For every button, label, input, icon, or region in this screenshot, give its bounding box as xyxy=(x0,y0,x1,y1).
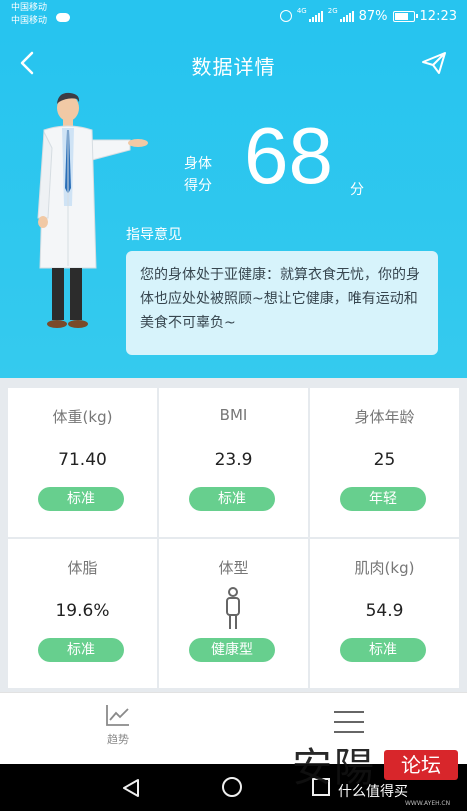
metric-name: 身体年龄 xyxy=(354,408,415,426)
metric-body-type[interactable]: 体型 健康型 xyxy=(159,539,308,688)
metric-name: 体型 xyxy=(218,559,249,577)
watermark-badge: 论坛 xyxy=(384,750,458,780)
status-badge: 标准 xyxy=(340,638,426,662)
clock: 12:23 xyxy=(419,8,457,24)
nav-back-icon[interactable] xyxy=(122,778,140,798)
metric-name: 体重(kg) xyxy=(52,408,113,426)
metric-name: 体脂 xyxy=(67,559,98,577)
advice-label: 指导意见 xyxy=(126,227,182,243)
metric-value: 54.9 xyxy=(365,601,404,621)
alarm-icon xyxy=(279,10,292,22)
page-title: 数据详情 xyxy=(191,55,276,79)
weather-icon xyxy=(56,13,70,22)
metric-value: 25 xyxy=(373,450,396,470)
status-badge: 标准 xyxy=(38,638,124,662)
status-bar: 中国移动 中国移动 4G 2G 87% 12:23 xyxy=(0,0,467,33)
score-unit: 分 xyxy=(350,182,364,198)
tab-trend[interactable]: 趋势 xyxy=(98,703,138,747)
advice-text: 您的身体处于亚健康：就算衣食无忧，你的身体也应处处被照顾~想让它健康，唯有运动和… xyxy=(126,251,438,355)
metric-body-age[interactable]: 身体年龄 25 年轻 xyxy=(310,388,459,537)
status-badge: 年轻 xyxy=(340,487,426,511)
metric-muscle[interactable]: 肌肉(kg) 54.9 标准 xyxy=(310,539,459,688)
signal-icon xyxy=(339,10,354,22)
status-badge: 标准 xyxy=(189,487,275,511)
metric-value: 71.40 xyxy=(58,450,107,470)
sim2-tag: 2G xyxy=(327,7,338,15)
watermark-site: 什么值得买 xyxy=(338,784,408,800)
score-label: 身体得分 xyxy=(184,156,212,194)
battery-percent: 87% xyxy=(358,8,388,24)
carrier-2: 中国移动 xyxy=(11,16,48,26)
metric-value: 19.6% xyxy=(55,601,110,621)
paper-plane-icon[interactable] xyxy=(421,51,447,75)
metric-weight[interactable]: 体重(kg) 71.40 标准 xyxy=(8,388,157,537)
line-chart-icon xyxy=(106,705,129,726)
score-hero: 数据详情 身体得分 68 分 指导意见 您的身体处于亚健康：就算衣食无忧，你的身… xyxy=(0,33,467,378)
battery-icon xyxy=(392,10,418,22)
carrier-1: 中国移动 xyxy=(11,3,48,13)
metric-value: 23.9 xyxy=(214,450,253,470)
tab-trend-label: 趋势 xyxy=(107,733,129,746)
score-value: 68 xyxy=(244,111,333,200)
metric-bmi[interactable]: BMI 23.9 标准 xyxy=(159,388,308,537)
status-badge: 健康型 xyxy=(189,638,275,662)
metrics-grid: 体重(kg) 71.40 标准 BMI 23.9 标准 身体年龄 25 年轻 体… xyxy=(8,388,459,688)
signal-icon xyxy=(308,10,323,22)
watermark-url: WWW.AYEH.CN xyxy=(405,800,451,807)
status-badge: 标准 xyxy=(38,487,124,511)
sim1-tag: 4G xyxy=(296,7,307,15)
metric-name: BMI xyxy=(219,406,248,424)
metric-name: 肌肉(kg) xyxy=(354,559,415,577)
metric-body-fat[interactable]: 体脂 19.6% 标准 xyxy=(8,539,157,688)
status-icons: 4G 2G 87% 12:23 xyxy=(279,7,457,25)
person-icon xyxy=(226,587,240,629)
nav-home-icon[interactable] xyxy=(222,777,242,797)
